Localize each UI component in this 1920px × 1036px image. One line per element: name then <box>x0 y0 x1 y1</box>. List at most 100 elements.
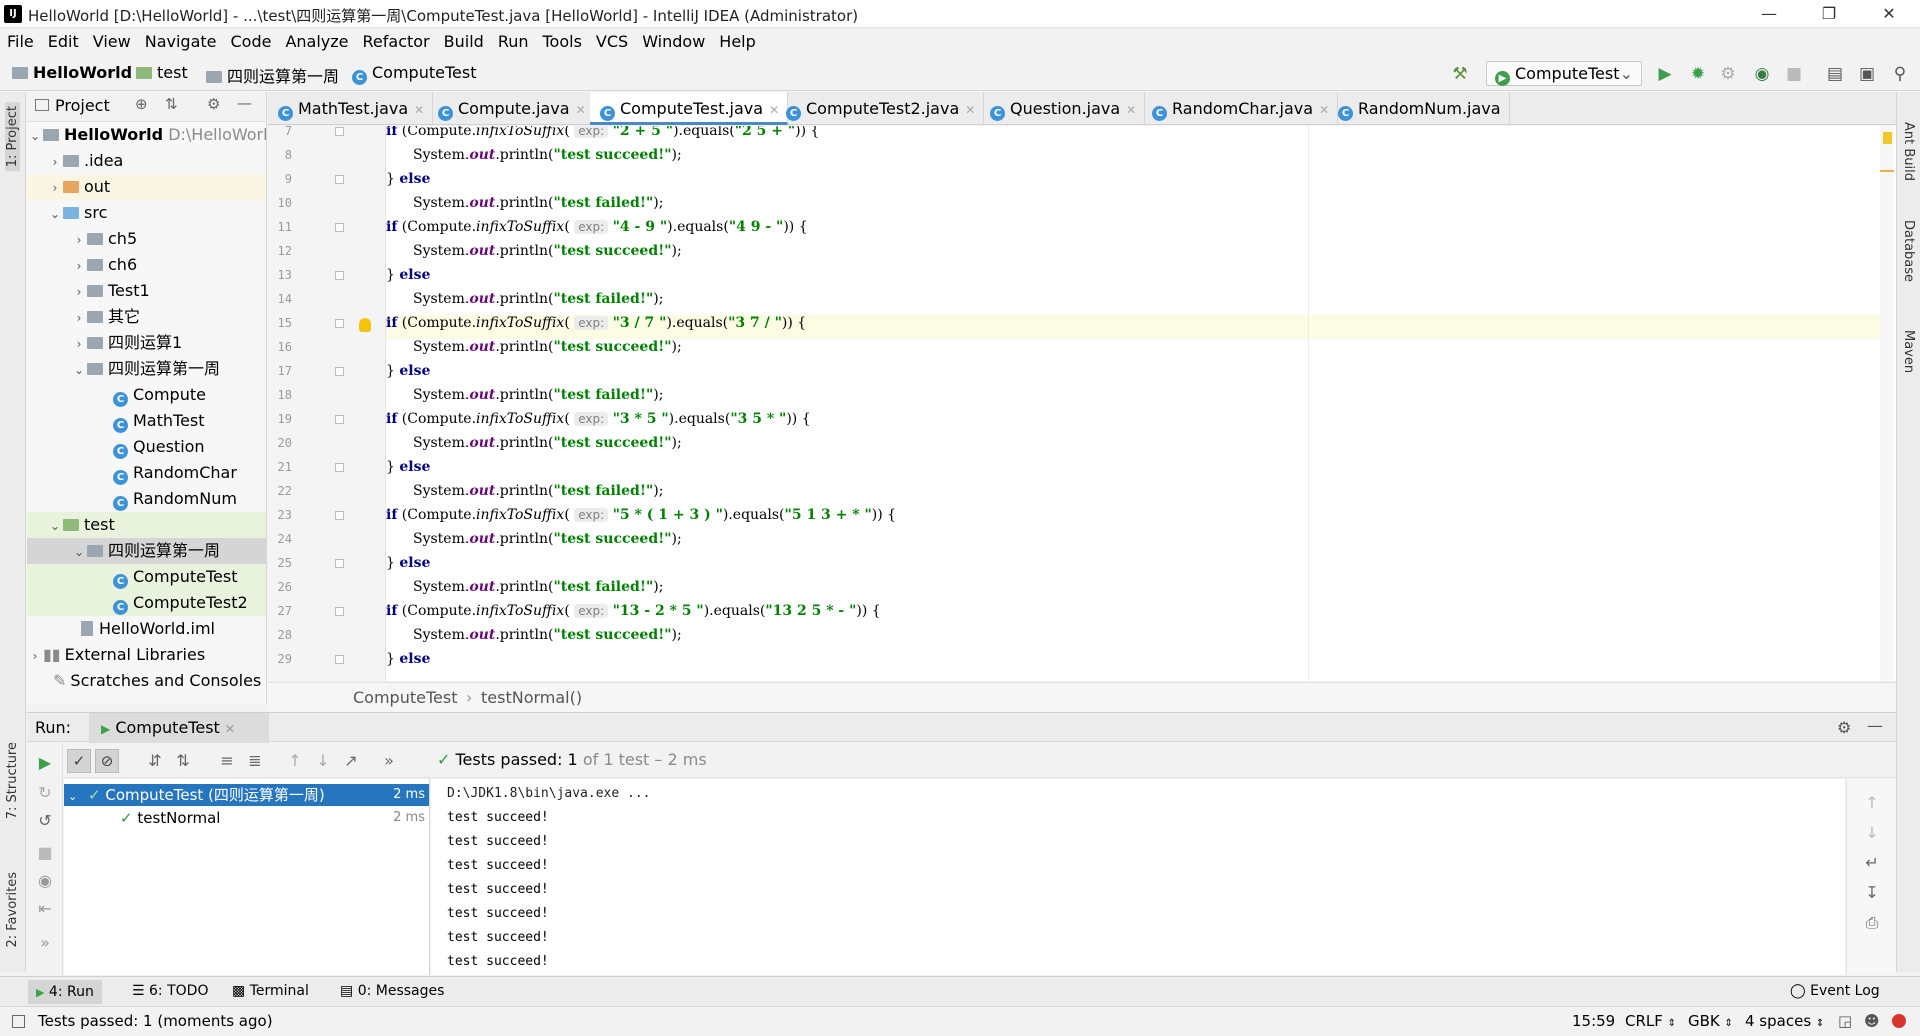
build-hammer-icon[interactable]: ⚒ <box>1450 64 1470 84</box>
stop-icon[interactable]: ■ <box>1784 64 1804 84</box>
code-editor[interactable]: 7 8 9 10 11 12 13 14 15 16 17 18 19 20 21 22 23 24 25 26 27 2… <box>268 126 1896 681</box>
messages-tool-window-button[interactable]: ▤ 0: Messages <box>340 983 444 999</box>
tree-node-iml[interactable]: HelloWorld.iml <box>81 616 215 642</box>
fold-marker-icon[interactable] <box>335 607 344 616</box>
profile-icon[interactable]: ◉ <box>1752 64 1772 84</box>
toggle-auto-test-icon[interactable]: ↺ <box>35 811 55 831</box>
gear-icon[interactable]: ⚙ <box>1837 718 1851 737</box>
soft-wrap-icon[interactable]: ↵ <box>1862 853 1882 873</box>
minimize-icon[interactable]: — <box>1746 0 1792 28</box>
window-layout-icon[interactable]: ▣ <box>1857 64 1877 84</box>
collapse-all-icon[interactable]: ⇅ <box>165 95 178 113</box>
line-separator-select[interactable]: CRLF ⇕ <box>1625 1012 1676 1030</box>
fold-marker-icon[interactable] <box>335 655 344 664</box>
tree-node-compute[interactable]: C Compute <box>113 382 206 408</box>
project-structure-icon[interactable]: ▤ <box>1825 64 1845 84</box>
sort-alpha-icon[interactable]: ⇵ <box>145 751 165 771</box>
tab-mathtest[interactable]: C MathTest.java ✕ <box>268 92 434 125</box>
project-view-select[interactable]: Project <box>55 96 110 115</box>
export-icon[interactable]: ↗ <box>341 751 361 771</box>
gear-icon[interactable]: ⚙ <box>207 95 220 113</box>
fold-marker-icon[interactable] <box>335 511 344 520</box>
menu-edit[interactable]: Edit <box>41 28 86 55</box>
tree-node-scratches[interactable]: ✎ Scratches and Consoles <box>53 668 261 694</box>
close-tab-icon[interactable]: ✕ <box>965 103 975 117</box>
database-tool-button[interactable]: Database <box>1901 220 1916 282</box>
menu-help[interactable]: Help <box>712 28 762 55</box>
event-log-button[interactable]: ◯ Event Log <box>1790 983 1880 999</box>
tree-node-arith1[interactable]: › 四则运算1 <box>71 330 183 356</box>
ant-build-tool-button[interactable]: Ant Build <box>1901 122 1916 181</box>
tree-node-question[interactable]: C Question <box>113 434 205 460</box>
rerun-failed-icon[interactable]: ↻ <box>35 783 55 803</box>
tab-compute[interactable]: C Compute.java ✕ <box>428 92 595 125</box>
editor-vertical-scrollbar[interactable] <box>1880 126 1894 681</box>
console-output[interactable]: D:\JDK1.8\bin\java.exe ... test succeed!… <box>431 779 1845 975</box>
nav-crumb-test[interactable]: test <box>136 63 188 82</box>
warning-stripe-mark[interactable] <box>1883 132 1892 144</box>
menu-view[interactable]: View <box>86 28 138 55</box>
nav-crumb-package[interactable]: 四则运算第一周 <box>206 63 339 87</box>
tree-node-computetest[interactable]: C ComputeTest <box>27 564 266 590</box>
menu-analyze[interactable]: Analyze <box>278 28 355 55</box>
close-tab-icon[interactable]: ✕ <box>414 103 424 117</box>
todo-tool-window-button[interactable]: ☰ 6: TODO <box>132 983 208 999</box>
indent-select[interactable]: 4 spaces ⇕ <box>1745 1012 1824 1030</box>
debug-icon[interactable]: ✹ <box>1688 64 1708 84</box>
lock-icon[interactable]: ◲ <box>1838 1012 1852 1030</box>
tree-node-randomchar[interactable]: C RandomChar <box>113 460 237 486</box>
tree-node-test-arith-week1[interactable]: ⌄ 四则运算第一周 <box>27 538 266 564</box>
scroll-to-end-icon[interactable]: ↧ <box>1862 883 1882 903</box>
nav-crumb-project[interactable]: HelloWorld <box>12 63 132 82</box>
encoding-select[interactable]: GBK ⇕ <box>1688 1012 1733 1030</box>
tree-node-test1[interactable]: › Test1 <box>71 278 150 304</box>
menu-tools[interactable]: Tools <box>536 28 589 55</box>
show-passed-icon[interactable]: ✓ <box>67 749 91 773</box>
nav-crumb-class[interactable]: C ComputeTest <box>352 63 476 85</box>
close-tab-icon[interactable]: ✕ <box>1126 103 1136 117</box>
hide-panel-icon[interactable]: — <box>1867 716 1883 735</box>
maven-tool-button[interactable]: Maven <box>1901 330 1916 373</box>
menu-file[interactable]: File <box>0 28 41 55</box>
menu-code[interactable]: Code <box>224 28 279 55</box>
test-suite-row[interactable]: ⌄ ✓ ComputeTest (四则运算第一周) 2 ms <box>64 784 429 806</box>
tree-node-arith-week1[interactable]: ⌄ 四则运算第一周 <box>71 356 220 382</box>
fold-marker-icon[interactable] <box>335 463 344 472</box>
exit-icon[interactable]: ⇤ <box>35 899 55 919</box>
toggle-tool-windows-icon[interactable] <box>12 1015 25 1028</box>
caret-position[interactable]: 15:59 <box>1572 1012 1615 1030</box>
structure-tool-button[interactable]: 7: Structure <box>5 742 20 819</box>
more-icon[interactable]: » <box>379 751 399 771</box>
search-everywhere-icon[interactable]: ⚲ <box>1890 64 1910 84</box>
fold-marker-icon[interactable] <box>335 127 344 136</box>
tab-randomchar[interactable]: C RandomChar.java ✕ <box>1142 92 1339 125</box>
camera-icon[interactable]: ◉ <box>35 871 55 891</box>
tree-node-src[interactable]: ⌄ src <box>47 200 107 226</box>
tab-computetest[interactable]: C ComputeTest.java ✕ <box>590 92 789 125</box>
menu-run[interactable]: Run <box>491 28 536 55</box>
menu-vcs[interactable]: VCS <box>589 28 635 55</box>
terminal-tool-window-button[interactable]: ▩ Terminal <box>232 983 309 999</box>
tree-node-randomnum[interactable]: C RandomNum <box>113 486 237 512</box>
fold-marker-icon[interactable] <box>335 367 344 376</box>
close-tab-icon[interactable]: ✕ <box>225 722 235 736</box>
print-icon[interactable]: ⎙ <box>1862 913 1882 933</box>
tree-node-ch6[interactable]: › ch6 <box>71 252 138 278</box>
tree-node-test[interactable]: ⌄ test <box>27 512 266 538</box>
show-ignored-icon[interactable]: ⊘ <box>95 749 119 773</box>
tree-node-ch5[interactable]: › ch5 <box>71 226 138 252</box>
menu-build[interactable]: Build <box>437 28 491 55</box>
close-tab-icon[interactable]: ✕ <box>576 103 586 117</box>
menu-window[interactable]: Window <box>635 28 712 55</box>
hide-panel-icon[interactable]: — <box>237 94 252 112</box>
run-icon[interactable]: ▶ <box>1655 64 1675 84</box>
tree-node-out[interactable]: › out <box>27 174 266 200</box>
run-configuration-select[interactable]: ▶ ComputeTest ⌄ <box>1486 61 1642 86</box>
menu-navigate[interactable]: Navigate <box>138 28 224 55</box>
run-tab-computetest[interactable]: ▶ ComputeTest ✕ <box>89 713 269 743</box>
more-icon[interactable]: » <box>35 933 55 953</box>
close-icon[interactable]: ✕ <box>1866 0 1912 28</box>
restore-icon[interactable]: ❐ <box>1806 0 1852 28</box>
sort-duration-icon[interactable]: ⇅ <box>173 751 193 771</box>
tree-node-computetest2[interactable]: C ComputeTest2 <box>27 590 266 616</box>
